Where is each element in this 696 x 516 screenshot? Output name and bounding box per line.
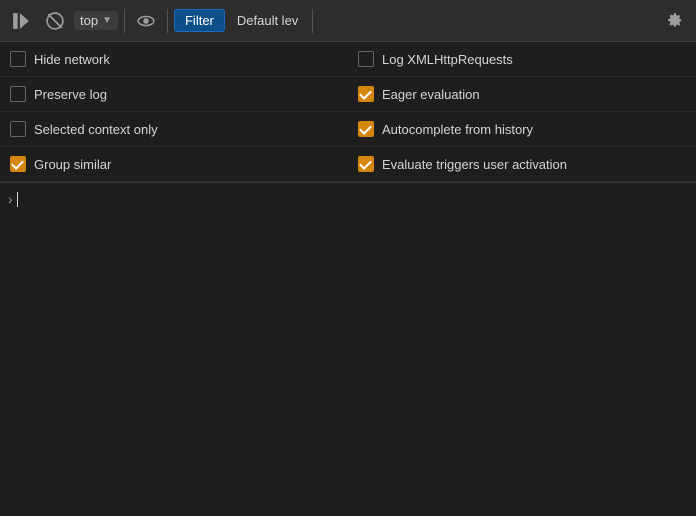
option-item-autocomplete-history[interactable]: Autocomplete from history bbox=[348, 112, 696, 147]
console-area: › bbox=[0, 183, 696, 516]
dropdown-arrow-icon: ▼ bbox=[102, 15, 112, 26]
cursor bbox=[17, 192, 18, 207]
checkbox-evaluate-triggers[interactable] bbox=[358, 156, 374, 172]
gear-button[interactable] bbox=[660, 8, 690, 34]
separator-2 bbox=[167, 9, 168, 33]
option-label-evaluate-triggers: Evaluate triggers user activation bbox=[382, 157, 567, 172]
option-label-group-similar: Group similar bbox=[34, 157, 111, 172]
option-item-group-similar[interactable]: Group similar bbox=[0, 147, 348, 182]
execute-button[interactable] bbox=[6, 8, 36, 34]
toolbar: top ▼ Filter Default lev bbox=[0, 0, 696, 42]
checkbox-group-similar[interactable] bbox=[10, 156, 26, 172]
checkbox-autocomplete-history[interactable] bbox=[358, 121, 374, 137]
separator-3 bbox=[312, 9, 313, 33]
stop-icon bbox=[46, 12, 64, 30]
option-label-eager-evaluation: Eager evaluation bbox=[382, 87, 480, 102]
checkbox-eager-evaluation[interactable] bbox=[358, 86, 374, 102]
option-item-selected-context[interactable]: Selected context only bbox=[0, 112, 348, 147]
option-item-eager-evaluation[interactable]: Eager evaluation bbox=[348, 77, 696, 112]
option-label-autocomplete-history: Autocomplete from history bbox=[382, 122, 533, 137]
default-level-button[interactable]: Default lev bbox=[229, 10, 306, 31]
checkbox-preserve-log[interactable] bbox=[10, 86, 26, 102]
option-item-evaluate-triggers[interactable]: Evaluate triggers user activation bbox=[348, 147, 696, 182]
option-item-log-xmlhttp[interactable]: Log XMLHttpRequests bbox=[348, 42, 696, 77]
option-label-selected-context: Selected context only bbox=[34, 122, 158, 137]
play-icon bbox=[12, 12, 30, 30]
options-panel: Hide network Log XMLHttpRequests Preserve … bbox=[0, 42, 696, 183]
eye-icon bbox=[137, 12, 155, 30]
option-label-hide-network: Hide network bbox=[34, 52, 110, 67]
console-prompt[interactable]: › bbox=[0, 187, 696, 211]
separator-1 bbox=[124, 9, 125, 33]
checkbox-log-xmlhttp[interactable] bbox=[358, 51, 374, 67]
checkbox-hide-network[interactable] bbox=[10, 51, 26, 67]
prompt-chevron-icon: › bbox=[8, 191, 13, 207]
option-item-preserve-log[interactable]: Preserve log bbox=[0, 77, 348, 112]
option-label-preserve-log: Preserve log bbox=[34, 87, 107, 102]
gear-icon bbox=[666, 12, 684, 30]
context-label: top bbox=[80, 13, 98, 28]
option-label-log-xmlhttp: Log XMLHttpRequests bbox=[382, 52, 513, 67]
filter-button[interactable]: Filter bbox=[174, 9, 225, 32]
stop-button[interactable] bbox=[40, 8, 70, 34]
context-selector[interactable]: top ▼ bbox=[74, 11, 118, 30]
checkbox-selected-context[interactable] bbox=[10, 121, 26, 137]
option-item-hide-network[interactable]: Hide network bbox=[0, 42, 348, 77]
eye-button[interactable] bbox=[131, 8, 161, 34]
